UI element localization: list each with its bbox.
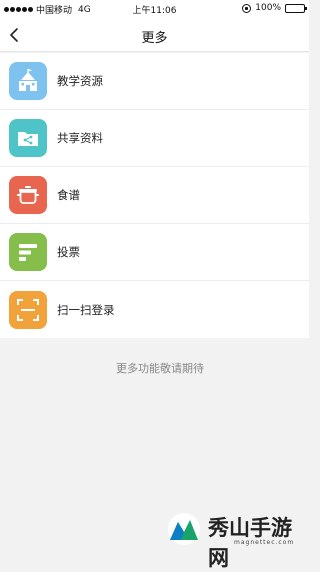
menu-item-vote[interactable]: 投票 bbox=[0, 224, 309, 281]
menu-item-teaching-resources[interactable]: 教学资源 bbox=[0, 53, 309, 110]
menu-item-scan-login[interactable]: 扫一扫登录 bbox=[0, 281, 309, 338]
nav-bar: 更多 bbox=[0, 18, 309, 52]
battery-icon bbox=[285, 3, 307, 13]
menu-item-label: 共享资料 bbox=[57, 131, 103, 145]
page-title: 更多 bbox=[141, 31, 168, 46]
menu-item-label: 扫一扫登录 bbox=[57, 302, 115, 317]
school-building-icon bbox=[9, 62, 47, 100]
status-bar: 中国移动 4G 上午11:06 100% bbox=[0, 0, 309, 18]
site-watermark: 秀山手游网 magnettec.com bbox=[152, 510, 309, 570]
status-right: 100% bbox=[242, 3, 307, 13]
battery-percent: 100% bbox=[255, 3, 281, 13]
share-folder-icon bbox=[9, 119, 47, 157]
menu-item-label: 食谱 bbox=[57, 188, 80, 202]
coming-soon-text: 更多功能敬请期待 bbox=[116, 362, 204, 375]
menu-item-label: 教学资源 bbox=[57, 74, 103, 88]
watermark-logo-icon bbox=[168, 513, 200, 545]
watermark-domain: magnettec.com bbox=[234, 539, 295, 546]
orientation-lock-icon bbox=[242, 3, 252, 13]
menu-list: 教学资源 共享资料 食谱 投票 扫一扫登录 bbox=[0, 53, 309, 338]
cooking-pot-icon bbox=[9, 176, 47, 214]
vote-list-icon bbox=[9, 233, 47, 271]
qr-scan-icon bbox=[9, 290, 47, 329]
menu-item-shared-materials[interactable]: 共享资料 bbox=[0, 110, 309, 167]
menu-item-recipes[interactable]: 食谱 bbox=[0, 167, 309, 224]
menu-item-label: 投票 bbox=[57, 245, 80, 259]
